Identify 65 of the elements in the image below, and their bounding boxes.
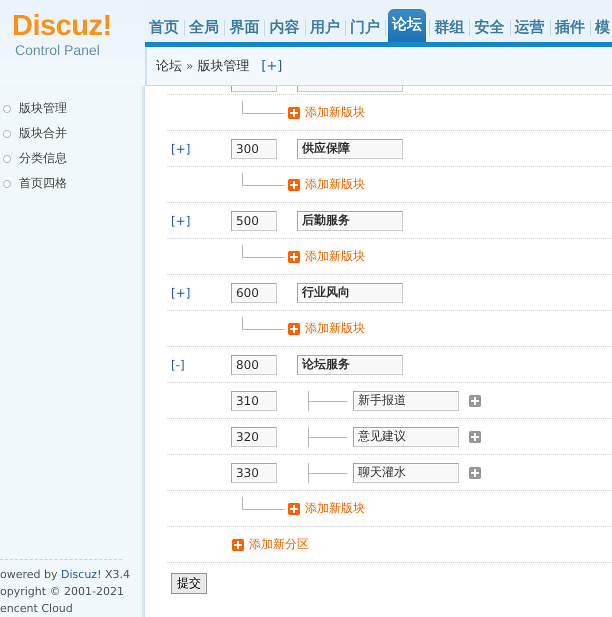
expand-toggle[interactable]: [+]	[167, 214, 231, 228]
plus-icon	[288, 322, 300, 334]
nav-tab[interactable]: 用户	[308, 14, 342, 42]
order-field[interactable]: 500	[231, 210, 277, 230]
tree-connector	[242, 245, 285, 258]
nav-tab[interactable]: 内容	[268, 14, 302, 42]
tree-connector	[242, 317, 285, 330]
order-field[interactable]: 310	[231, 390, 277, 410]
nav-tab[interactable]: 群组	[432, 14, 466, 42]
expand-toggle[interactable]: [+]	[167, 142, 231, 156]
category-name-field[interactable]: 论坛服务	[297, 354, 403, 374]
order-field[interactable]: 320	[231, 426, 277, 446]
powered-by-text: owered by Discuz! X3.4	[0, 567, 130, 583]
plus-icon	[288, 250, 300, 262]
nav-tab[interactable]: 门户	[348, 14, 382, 42]
sidebar-item[interactable]: 版块管理	[19, 100, 67, 117]
order-field[interactable]: 600	[231, 282, 277, 302]
sidebar-item[interactable]: 版块合并	[19, 125, 67, 142]
board-name-field[interactable]: 意见建议	[353, 426, 459, 446]
nav-tab[interactable]: 全局	[187, 14, 222, 42]
sidebar-item[interactable]: 首页四格	[19, 175, 67, 192]
bullet-icon	[3, 154, 11, 162]
bullet-icon	[3, 130, 11, 138]
logo-subtitle: Control Panel	[15, 42, 101, 58]
board-name-field[interactable]: 聊天灌水	[353, 462, 459, 482]
board-name-field[interactable]: 新手报道	[353, 390, 459, 410]
breadcrumb-item: 论坛	[156, 58, 182, 75]
tree-connector	[308, 390, 349, 410]
plus-icon	[288, 502, 300, 514]
order-field[interactable]: 330	[231, 462, 277, 482]
plus-icon	[288, 178, 300, 190]
logo-title: Discuz!	[12, 10, 113, 42]
plus-icon[interactable]	[469, 394, 481, 406]
category-name-field[interactable]: 后勤服务	[297, 210, 403, 230]
expand-toggle[interactable]: [+]	[261, 58, 282, 74]
breadcrumb-separator: »	[186, 59, 194, 73]
breadcrumb-item: 版块管理	[197, 58, 250, 75]
copyright-text: opyright © 2001-2021	[0, 584, 124, 600]
plus-icon[interactable]	[469, 466, 481, 478]
tree-connector	[242, 497, 285, 510]
tree-connector	[308, 462, 349, 482]
plus-icon	[288, 106, 300, 118]
bullet-icon	[3, 104, 11, 112]
category-name-field[interactable]: 供应保障	[297, 138, 403, 158]
nav-tab[interactable]: 安全	[472, 14, 506, 42]
plus-icon[interactable]	[469, 430, 481, 442]
nav-tab[interactable]: 论坛	[388, 9, 426, 42]
tree-connector	[308, 426, 349, 446]
nav-tab[interactable]: 插件	[552, 14, 587, 42]
tree-connector	[242, 101, 285, 114]
nav-tab[interactable]: 模	[593, 14, 612, 42]
tree-connector	[242, 173, 285, 186]
bullet-icon	[3, 180, 11, 188]
company-text: encent Cloud	[0, 601, 73, 617]
plus-icon	[232, 538, 244, 550]
nav-tab[interactable]: 首页	[147, 14, 181, 42]
nav-tab[interactable]: 界面	[227, 14, 262, 42]
expand-toggle[interactable]: [-]	[167, 358, 231, 372]
order-field[interactable]: 800	[231, 354, 277, 374]
sidebar-item[interactable]: 分类信息	[19, 150, 67, 167]
category-name-field[interactable]: 行业风向	[297, 282, 403, 302]
order-field[interactable]: 300	[231, 138, 277, 158]
nav-tab[interactable]: 运营	[512, 14, 547, 42]
submit-button[interactable]: 提交	[171, 573, 207, 594]
expand-toggle[interactable]: [+]	[167, 286, 231, 300]
